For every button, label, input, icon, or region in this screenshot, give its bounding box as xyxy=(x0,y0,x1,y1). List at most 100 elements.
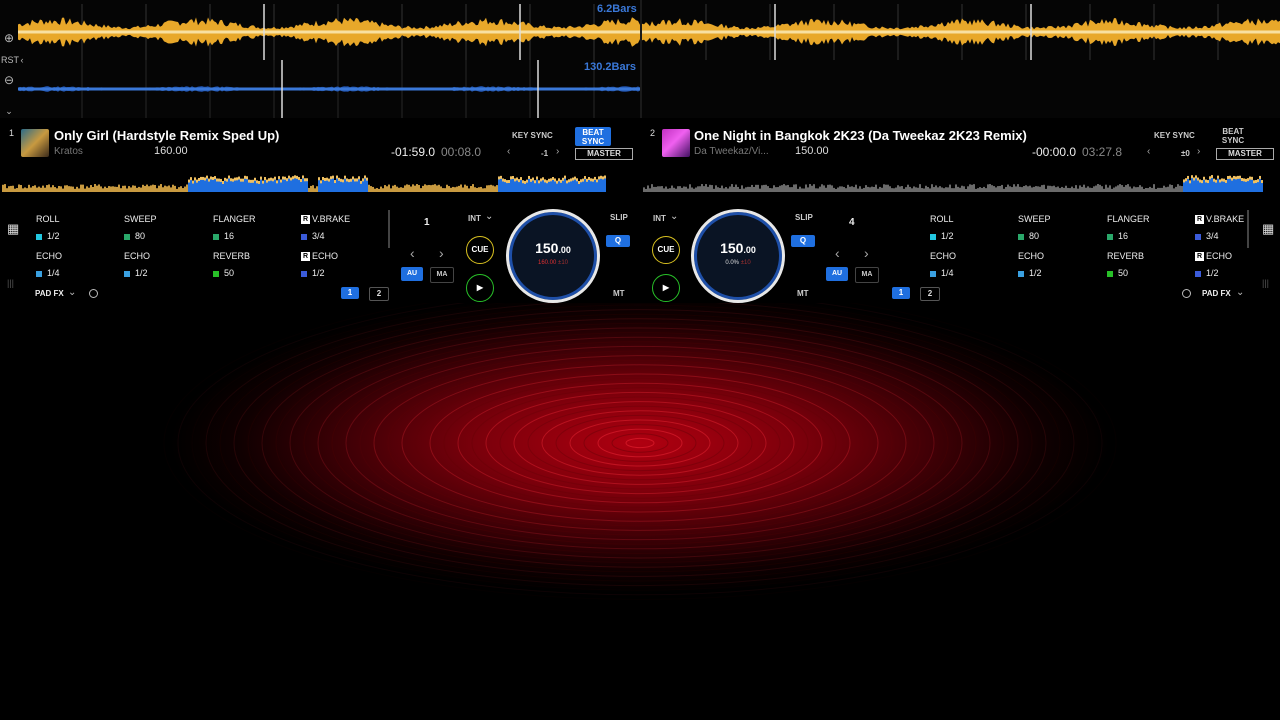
deck1-auto-loop-button[interactable]: AU xyxy=(401,267,423,281)
chevron-left-icon[interactable]: ‹ xyxy=(17,53,27,67)
fx-pad[interactable]: ROLL 1/2 xyxy=(928,212,1012,246)
overview-bar xyxy=(114,186,116,192)
overview-bar xyxy=(150,185,152,192)
deck1-key-sync-button[interactable]: KEY SYNC xyxy=(512,131,553,140)
overview-bar xyxy=(1075,185,1077,192)
deck2-pad-page-1[interactable]: 1 xyxy=(892,287,910,299)
deck1-zoom-waveform[interactable] xyxy=(18,4,640,60)
chevron-down-icon[interactable]: ⌄ xyxy=(485,211,493,222)
deck2-zoom-waveform[interactable] xyxy=(642,4,1280,60)
overview-bar-top xyxy=(1203,176,1205,180)
deck2-key-down-button[interactable]: ‹ xyxy=(1147,146,1150,157)
deck1-loop-double-button[interactable]: › xyxy=(439,245,444,261)
deck2-slip-button[interactable]: SLIP xyxy=(795,213,813,222)
deck2-master-button[interactable]: MASTER xyxy=(1216,148,1274,160)
overview-bar xyxy=(354,180,356,192)
zoom-out-icon[interactable]: ⊖ xyxy=(1,73,17,87)
fx-pad[interactable]: ECHO 1/4 xyxy=(928,249,1012,283)
deck1-quantize-button[interactable]: Q xyxy=(606,235,630,247)
ripple-ring xyxy=(163,303,1117,600)
deck1-loop-halve-button[interactable]: ‹ xyxy=(410,245,415,261)
overview-bar xyxy=(1105,184,1107,192)
settings-icon[interactable] xyxy=(1182,289,1191,298)
settings-icon[interactable] xyxy=(89,289,98,298)
deck2-loop-double-button[interactable]: › xyxy=(864,245,869,261)
fx-pad-value: 1/4 xyxy=(930,268,954,278)
deck2-cue-button[interactable]: CUE xyxy=(652,236,680,264)
overview-bar xyxy=(306,180,308,192)
deck1-master-tempo-button[interactable]: MT xyxy=(613,289,625,298)
overview-bar xyxy=(488,185,490,192)
grid-icon[interactable]: ▦ xyxy=(1262,221,1274,237)
overview-bar xyxy=(1177,184,1179,192)
fx-pad[interactable]: SWEEP 80 xyxy=(122,212,206,246)
deck1-overview-waveform[interactable] xyxy=(2,166,636,194)
deck2-key-sync-button[interactable]: KEY SYNC xyxy=(1154,131,1195,140)
deck1-manual-loop-button[interactable]: MA xyxy=(430,267,454,283)
overview-bar xyxy=(464,184,466,192)
deck2-manual-loop-button[interactable]: MA xyxy=(855,267,879,283)
deck2-jog-wheel[interactable]: 150.00 0.0% ±10 xyxy=(691,209,785,303)
deck1-beat-sync-button[interactable]: BEAT SYNC xyxy=(575,127,611,146)
deck2-overview-waveform[interactable] xyxy=(643,166,1277,194)
fx-pad-value-text: 1/2 xyxy=(135,268,148,278)
fx-pad[interactable]: SWEEP 80 xyxy=(1016,212,1100,246)
fx-pad[interactable]: FLANGER 16 xyxy=(1105,212,1189,246)
deck1-jog-bpm: 150.00 xyxy=(535,240,571,256)
deck2-int-selector[interactable]: INT xyxy=(653,214,666,223)
overview-bar-top xyxy=(514,178,516,182)
fx-pad[interactable]: R V.BRAKE 3/4 xyxy=(299,212,383,246)
chevron-down-icon[interactable]: ⌄ xyxy=(670,211,678,222)
fx-pad[interactable]: REVERB 50 xyxy=(211,249,295,283)
chevron-down-icon[interactable]: ⌄ xyxy=(1236,287,1244,298)
fx-pad[interactable]: REVERB 50 xyxy=(1105,249,1189,283)
zoom-in-icon[interactable]: ⊕ xyxy=(1,31,17,45)
fx-pad[interactable]: ECHO 1/2 xyxy=(122,249,206,283)
overview-bar xyxy=(1133,186,1135,192)
fx-scrollbar[interactable] xyxy=(388,210,390,248)
deck1-secondary-waveform[interactable] xyxy=(18,60,640,118)
deck1-pad-fx-selector[interactable]: PAD FX xyxy=(35,289,64,298)
deck2-auto-loop-button[interactable]: AU xyxy=(826,267,848,281)
chevron-down-icon[interactable]: ⌄ xyxy=(1,104,17,118)
overview-bar xyxy=(602,178,604,192)
handle-icon[interactable]: ||| xyxy=(7,278,14,288)
overview-bar-top xyxy=(230,178,232,182)
deck1-cue-button[interactable]: CUE xyxy=(466,236,494,264)
deck1-master-button[interactable]: MASTER xyxy=(575,148,633,160)
deck2-loop-halve-button[interactable]: ‹ xyxy=(835,245,840,261)
fx-pad[interactable]: ROLL 1/2 xyxy=(34,212,118,246)
ripple-ring xyxy=(275,322,1005,564)
overview-bar xyxy=(1009,186,1011,192)
overview-bar xyxy=(825,187,827,192)
grid-icon[interactable]: ▦ xyxy=(7,221,19,237)
deck1-int-selector[interactable]: INT xyxy=(468,214,481,223)
overview-bar xyxy=(1167,186,1169,192)
fx-pad[interactable]: ECHO 1/2 xyxy=(1016,249,1100,283)
deck1-key-down-button[interactable]: ‹ xyxy=(507,146,510,157)
deck2-master-tempo-button[interactable]: MT xyxy=(797,289,809,298)
fx-pad[interactable]: FLANGER 16 xyxy=(211,212,295,246)
deck1-pad-page-2[interactable]: 2 xyxy=(369,287,389,301)
deck1-pad-page-1[interactable]: 1 xyxy=(341,287,359,299)
deck2-pad-fx-selector[interactable]: PAD FX xyxy=(1202,289,1231,298)
deck2-quantize-button[interactable]: Q xyxy=(791,235,815,247)
deck1-jog-wheel[interactable]: 150.00 160.00 ±10 xyxy=(506,209,600,303)
deck2-play-button[interactable]: ▶ xyxy=(652,274,680,302)
deck1-key-up-button[interactable]: › xyxy=(556,146,559,157)
reset-zoom-button[interactable]: RST xyxy=(1,53,19,67)
overview-bar-top xyxy=(1221,178,1223,182)
deck2-pad-page-2[interactable]: 2 xyxy=(920,287,940,301)
fx-pad[interactable]: R ECHO 1/2 xyxy=(299,249,383,283)
waveform-panel[interactable]: 6.2Bars 130.2Bars ⊕ RST ⊖ ‹ ⌄ xyxy=(0,0,1280,118)
deck2-key-up-button[interactable]: › xyxy=(1197,146,1200,157)
deck1-slip-button[interactable]: SLIP xyxy=(610,213,628,222)
deck1-play-button[interactable]: ▶ xyxy=(466,274,494,302)
fx-scrollbar[interactable] xyxy=(1247,210,1249,248)
overview-bar xyxy=(929,188,931,192)
chevron-down-icon[interactable]: ⌄ xyxy=(68,287,76,298)
handle-icon[interactable]: ||| xyxy=(1262,278,1269,288)
fx-pad[interactable]: ECHO 1/4 xyxy=(34,249,118,283)
overview-bar xyxy=(1161,187,1163,192)
deck2-beat-sync-button[interactable]: BEAT SYNC xyxy=(1218,127,1248,145)
